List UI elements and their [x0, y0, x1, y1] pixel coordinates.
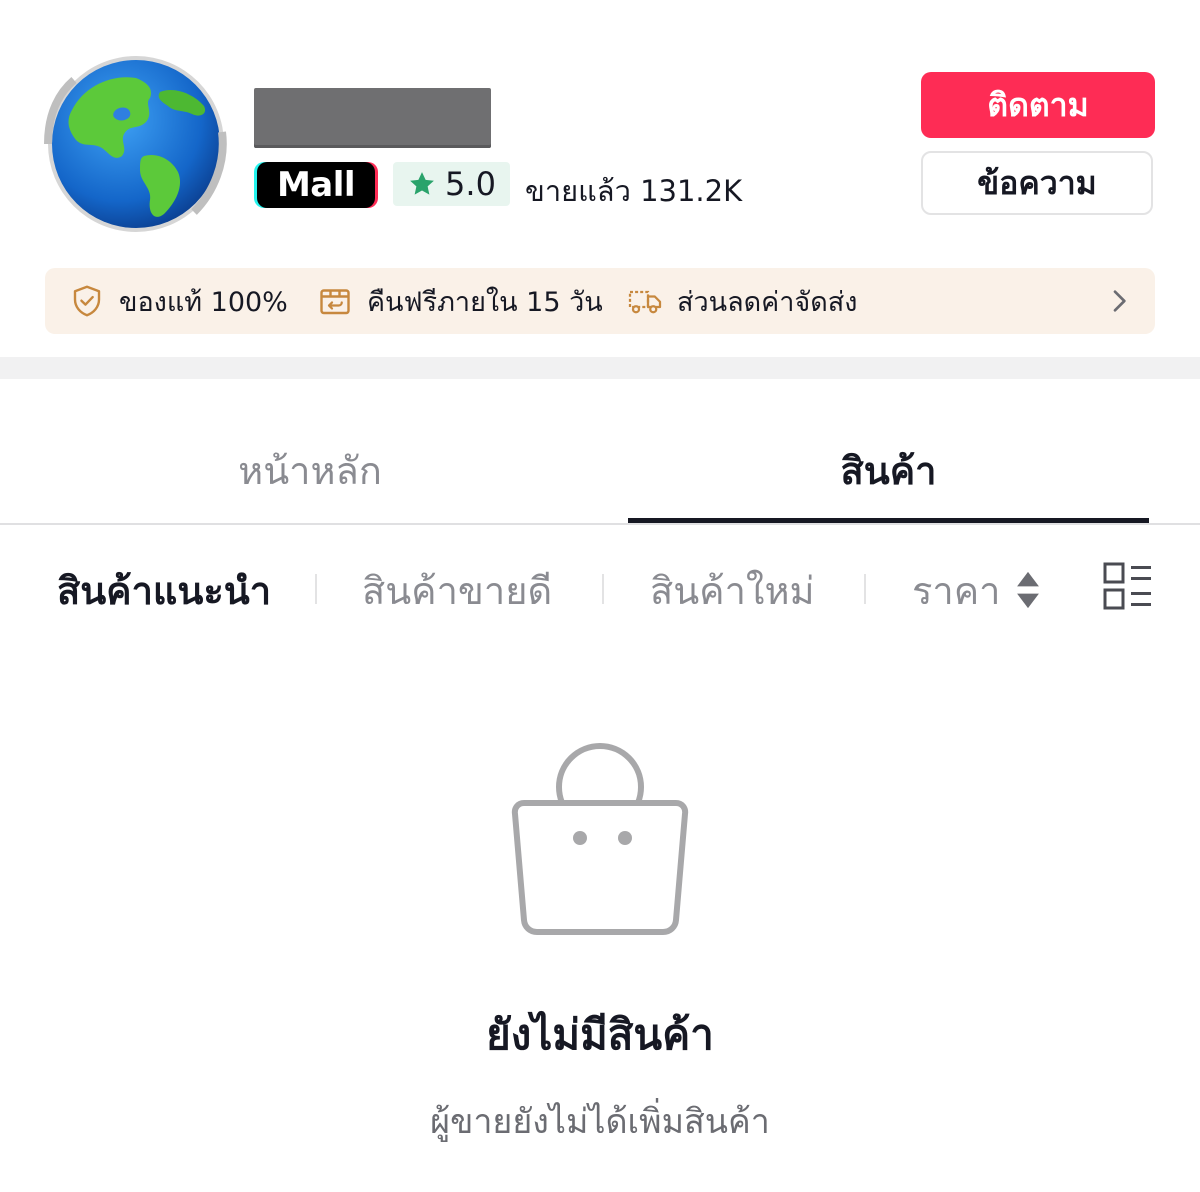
chevron-right-icon[interactable]: [1103, 285, 1135, 317]
tab-products[interactable]: สินค้า: [628, 440, 1149, 500]
section-divider: [0, 357, 1200, 379]
guarantee-return: คืนฟรีภายใน 15 วัน: [317, 268, 603, 334]
sort-new-arrivals[interactable]: สินค้าใหม่: [650, 560, 815, 620]
star-icon: [410, 172, 434, 195]
sort-separator: [315, 574, 317, 604]
sold-count: ขายแล้ว 131.2K: [525, 174, 743, 208]
follow-button[interactable]: ติดตาม: [921, 72, 1155, 138]
return-box-icon: [320, 289, 350, 315]
empty-state-title: ยังไม่มีสินค้า: [486, 1010, 714, 1059]
delivery-truck-icon: [628, 290, 662, 314]
shop-name-redacted: [254, 88, 491, 148]
sort-separator: [864, 574, 866, 604]
guarantee-label: ของแท้ 100%: [119, 286, 288, 318]
empty-state-subtitle: ผู้ขายยังไม่ได้เพิ่มสินค้า: [430, 1102, 770, 1142]
rating-badge: 5.0: [393, 162, 510, 206]
rating-value: 5.0: [445, 165, 496, 203]
guarantee-label: ส่วนลดค่าจัดส่ง: [677, 286, 858, 318]
shop-avatar[interactable]: [44, 52, 228, 236]
shield-check-icon: [73, 285, 101, 317]
list-layout-icon[interactable]: [1103, 562, 1153, 612]
sort-arrows-icon: [1016, 571, 1039, 609]
sort-price-label: ราคา: [912, 568, 1001, 613]
guarantee-authentic: ของแท้ 100%: [69, 268, 288, 334]
sort-best-selling[interactable]: สินค้าขายดี: [362, 560, 552, 620]
guarantee-label: คืนฟรีภายใน 15 วัน: [367, 286, 603, 318]
globe-icon: [44, 56, 227, 232]
tab-home[interactable]: หน้าหลัก: [0, 440, 620, 500]
mall-badge: Mall: [257, 162, 375, 208]
sort-recommended[interactable]: สินค้าแนะนำ: [57, 560, 271, 620]
message-button[interactable]: ข้อความ: [921, 151, 1153, 215]
sort-price[interactable]: ราคา: [912, 560, 1041, 620]
sort-separator: [602, 574, 604, 604]
guarantee-shipping: ส่วนลดค่าจัดส่ง: [627, 268, 857, 334]
tabs-border: [0, 523, 1200, 525]
guarantee-banner[interactable]: ของแท้ 100% คืนฟรีภายใน 15 วัน ส่วนลดค่า…: [45, 268, 1155, 334]
shopping-bag-icon: [511, 743, 689, 935]
